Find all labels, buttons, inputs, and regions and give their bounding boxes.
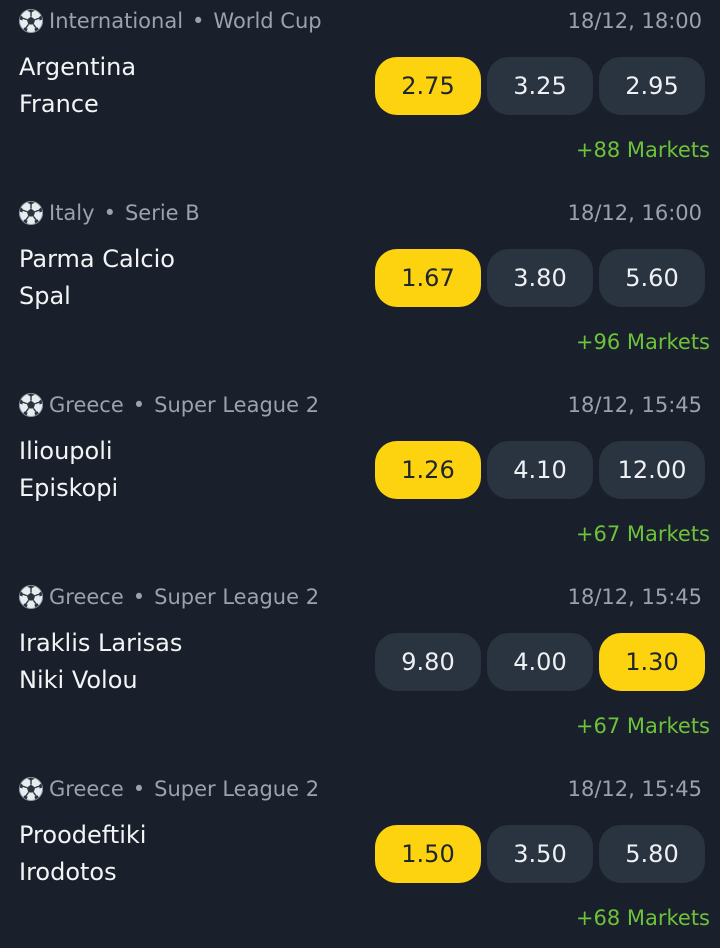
soccer-ball-icon [19, 393, 43, 417]
league-separator: • [103, 201, 116, 225]
match-datetime: 18/12, 15:45 [567, 777, 702, 801]
home-team: Iraklis Larisas [19, 629, 183, 657]
league-name: Serie B [124, 201, 200, 225]
odd-button-away[interactable]: 2.95 [599, 57, 705, 115]
league-separator: • [132, 585, 146, 609]
away-team: France [19, 90, 99, 118]
league-separator: • [132, 777, 146, 801]
league-name: Super League 2 [154, 777, 320, 801]
league-header: Greece • Super League 2 [18, 390, 319, 420]
odd-button-home[interactable]: 1.26 [375, 441, 481, 499]
league-header: Greece • Super League 2 [18, 774, 319, 804]
league-country: Italy [49, 201, 95, 225]
league-name: Super League 2 [154, 585, 320, 609]
league-country: Greece [49, 393, 124, 417]
away-team: Irodotos [19, 858, 117, 886]
odd-button-home[interactable]: 1.50 [375, 825, 481, 883]
soccer-ball-icon [19, 9, 43, 33]
league-name: Super League 2 [154, 393, 320, 417]
match-datetime: 18/12, 15:45 [567, 585, 702, 609]
match-datetime: 18/12, 18:00 [567, 9, 702, 33]
league-separator: • [192, 9, 205, 33]
home-team: Argentina [19, 53, 137, 81]
odd-button-draw[interactable]: 3.80 [487, 249, 593, 307]
odd-button-draw[interactable]: 3.25 [487, 57, 593, 115]
away-team: Spal [19, 282, 71, 310]
more-markets-link[interactable]: +96 Markets [576, 326, 710, 358]
away-team: Niki Volou [19, 666, 138, 694]
league-country: Greece [49, 777, 124, 801]
more-markets-link[interactable]: +67 Markets [576, 710, 710, 742]
more-markets-link[interactable]: +68 Markets [576, 902, 710, 934]
home-team: Parma Calcio [19, 245, 175, 273]
odd-button-draw[interactable]: 3.50 [487, 825, 593, 883]
match-datetime: 18/12, 16:00 [567, 201, 702, 225]
match-card[interactable]: International • World Cup 18/12, 18:00 A… [0, 0, 720, 192]
soccer-ball-icon [19, 777, 43, 801]
odd-button-away[interactable]: 12.00 [599, 441, 705, 499]
league-header: International • World Cup [18, 6, 322, 36]
match-card[interactable]: Greece • Super League 2 18/12, 15:45 Ili… [0, 384, 720, 576]
match-card[interactable]: Greece • Super League 2 18/12, 15:45 Ira… [0, 576, 720, 768]
soccer-ball-icon [19, 585, 43, 609]
league-header: Greece • Super League 2 [18, 582, 319, 612]
home-team: Proodeftiki [19, 821, 147, 849]
odd-button-away[interactable]: 5.60 [599, 249, 705, 307]
more-markets-link[interactable]: +88 Markets [576, 134, 710, 166]
match-list: International • World Cup 18/12, 18:00 A… [0, 0, 720, 948]
league-country: International [49, 9, 184, 33]
odd-button-draw[interactable]: 4.10 [487, 441, 593, 499]
odd-button-draw[interactable]: 4.00 [487, 633, 593, 691]
league-header: Italy • Serie B [18, 198, 200, 228]
more-markets-link[interactable]: +67 Markets [576, 518, 710, 550]
league-country: Greece [49, 585, 124, 609]
soccer-ball-icon [19, 201, 43, 225]
odd-button-home[interactable]: 2.75 [375, 57, 481, 115]
odd-button-away[interactable]: 5.80 [599, 825, 705, 883]
match-card[interactable]: Greece • Super League 2 18/12, 15:45 Pro… [0, 768, 720, 948]
away-team: Episkopi [19, 474, 119, 502]
league-separator: • [132, 393, 146, 417]
odd-button-home[interactable]: 9.80 [375, 633, 481, 691]
odd-button-home[interactable]: 1.67 [375, 249, 481, 307]
match-datetime: 18/12, 15:45 [567, 393, 702, 417]
odd-button-away[interactable]: 1.30 [599, 633, 705, 691]
home-team: Ilioupoli [19, 437, 113, 465]
match-card[interactable]: Italy • Serie B 18/12, 16:00 Parma Calci… [0, 192, 720, 384]
league-name: World Cup [213, 9, 322, 33]
